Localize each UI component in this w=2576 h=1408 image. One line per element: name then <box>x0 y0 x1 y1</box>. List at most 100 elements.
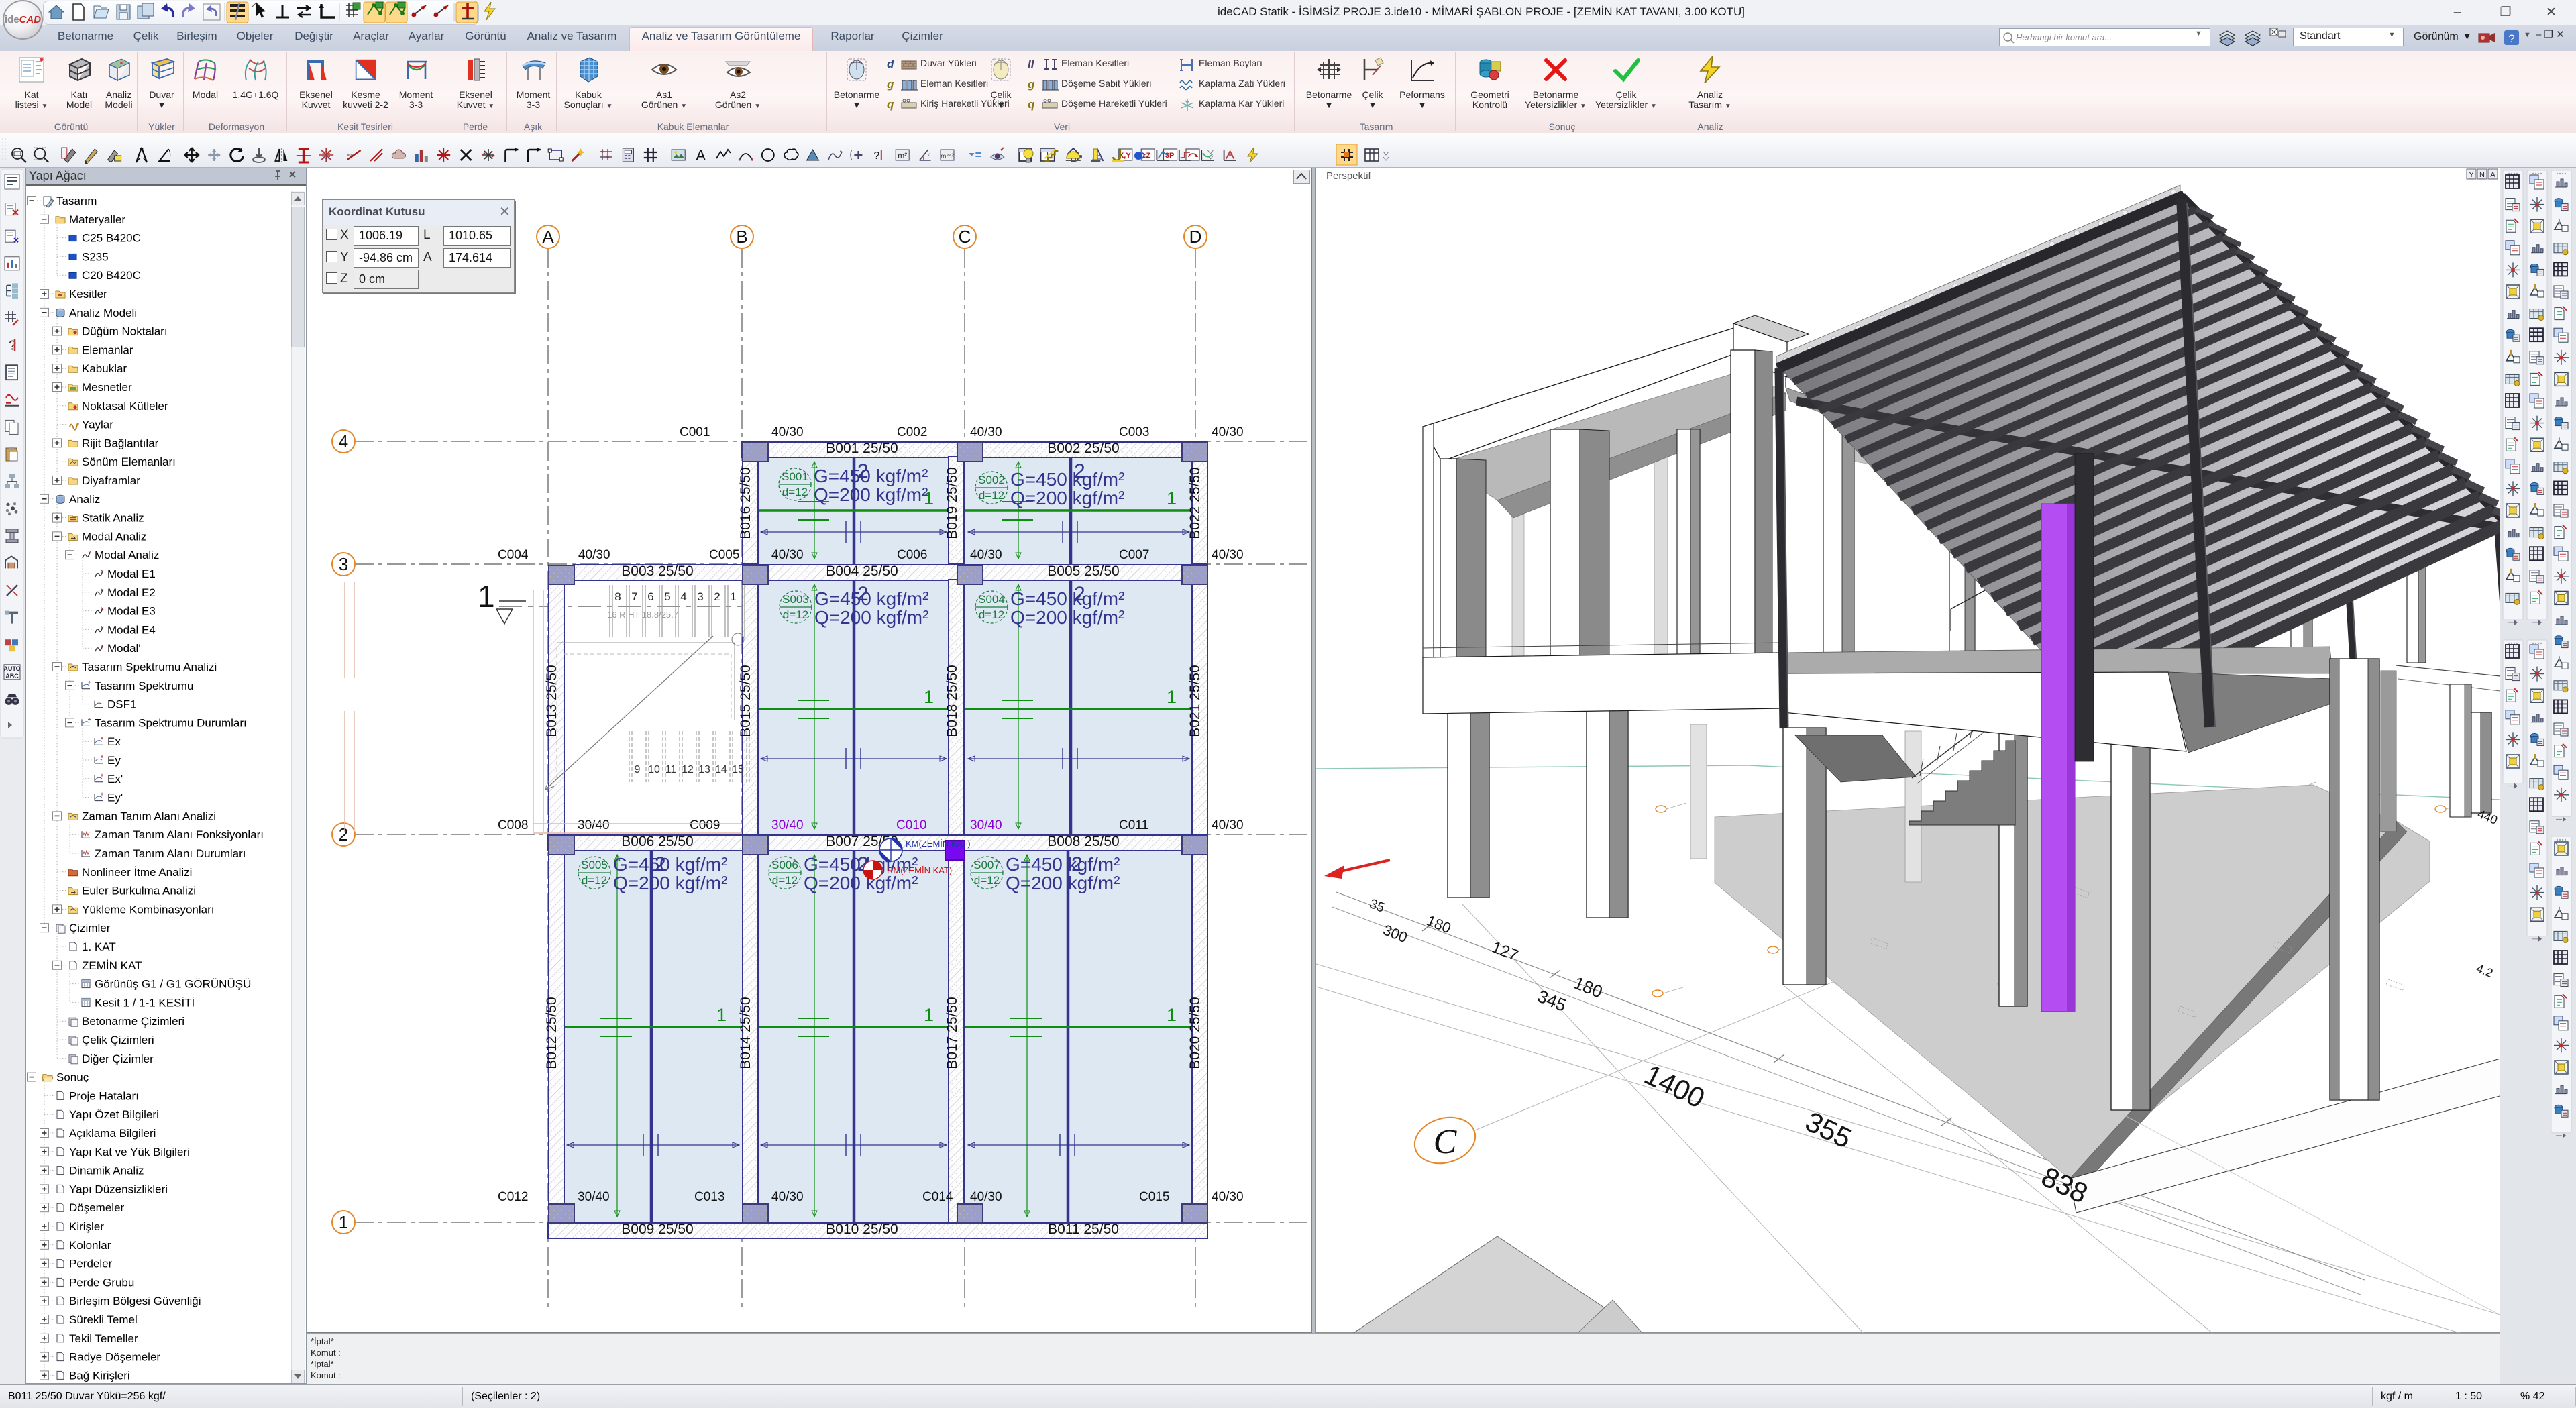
svg-text:14: 14 <box>715 764 727 775</box>
svg-text:13: 13 <box>698 764 710 775</box>
svg-text:Modal Analiz: Modal Analiz <box>95 549 159 561</box>
svg-text:40/30: 40/30 <box>1212 818 1244 832</box>
svg-text:Birleşim Bölgesi Güvenliği: Birleşim Bölgesi Güvenliği <box>69 1295 201 1307</box>
svg-text:Q=200 kgf/m²: Q=200 kgf/m² <box>613 873 727 893</box>
svg-text:1: 1 <box>339 1212 348 1232</box>
svg-text:Sonuç: Sonuç <box>56 1071 89 1084</box>
svg-text:40/30: 40/30 <box>1212 548 1244 562</box>
svg-text:B003 25/50: B003 25/50 <box>621 563 693 579</box>
svg-text:KM(ZEMİN KAT): KM(ZEMİN KAT) <box>906 838 971 849</box>
svg-text:16 RIHT 18.8/25.7: 16 RIHT 18.8/25.7 <box>607 610 678 620</box>
svg-text:RM(ZEMİN KAT): RM(ZEMİN KAT) <box>887 865 952 875</box>
svg-text:B012 25/50: B012 25/50 <box>544 997 559 1069</box>
svg-text:Q=200 kgf/m²: Q=200 kgf/m² <box>814 607 928 628</box>
svg-text:d=12: d=12 <box>782 486 808 498</box>
svg-text:B019 25/50: B019 25/50 <box>945 467 960 539</box>
svg-text:5: 5 <box>664 590 670 603</box>
svg-text:S003: S003 <box>782 593 809 606</box>
svg-text:40/30: 40/30 <box>970 1190 1002 1204</box>
svg-text:40/30: 40/30 <box>1212 425 1244 439</box>
svg-text:Kirişler: Kirişler <box>69 1220 104 1233</box>
svg-text:AUTO: AUTO <box>3 665 20 672</box>
svg-text:Yükleme Kombinasyonları: Yükleme Kombinasyonları <box>82 903 214 916</box>
svg-text:7: 7 <box>631 590 637 603</box>
svg-text:30/40: 30/40 <box>578 1190 610 1204</box>
svg-text:B016 25/50: B016 25/50 <box>738 467 753 539</box>
svg-text:Tasarım Spektrumu: Tasarım Spektrumu <box>95 680 193 692</box>
svg-text:A: A <box>2490 171 2496 179</box>
svg-text:S002: S002 <box>978 474 1005 486</box>
svg-text:N: N <box>2479 171 2485 179</box>
svg-text:A: A <box>696 147 706 164</box>
svg-text:DSF1: DSF1 <box>107 698 136 711</box>
svg-text:B022 25/50: B022 25/50 <box>1187 467 1203 539</box>
svg-text:Yaylar: Yaylar <box>82 419 113 431</box>
svg-text:mm²: mm² <box>941 153 955 160</box>
svg-text:Q=200 kgf/m²: Q=200 kgf/m² <box>1006 873 1120 893</box>
svg-text:10: 10 <box>648 764 660 775</box>
svg-text:C007: C007 <box>1119 548 1149 562</box>
svg-text:15: 15 <box>732 764 744 775</box>
svg-text:1: 1 <box>924 687 934 707</box>
svg-text:9: 9 <box>635 764 641 775</box>
svg-text:Noktasal Kütleler: Noktasal Kütleler <box>82 400 168 413</box>
svg-text:Ex': Ex' <box>107 773 123 786</box>
svg-text:Modal Analiz: Modal Analiz <box>82 530 146 543</box>
svg-text:Betonarme Çizimleri: Betonarme Çizimleri <box>82 1015 184 1028</box>
svg-text:Modal E3: Modal E3 <box>107 605 156 618</box>
svg-text:3: 3 <box>339 554 348 574</box>
svg-text:Nonlineer İtme Analizi: Nonlineer İtme Analizi <box>82 866 192 879</box>
svg-text:30/40: 30/40 <box>578 818 610 832</box>
svg-text:Q=200 kgf/m²: Q=200 kgf/m² <box>1010 488 1124 508</box>
svg-text:D: D <box>1189 227 1202 247</box>
svg-text:C25 B420C: C25 B420C <box>82 232 141 245</box>
svg-text:B004 25/50: B004 25/50 <box>826 563 898 579</box>
svg-text:Elemanlar: Elemanlar <box>82 343 133 356</box>
svg-text:G=450 kgf/m²: G=450 kgf/m² <box>1006 854 1120 875</box>
svg-text:1: 1 <box>730 590 736 603</box>
svg-text:d=12: d=12 <box>974 874 1000 887</box>
svg-text:B020 25/50: B020 25/50 <box>1187 997 1203 1069</box>
svg-text:300: 300 <box>1381 921 1409 946</box>
svg-text:Kesit 1 / 1-1 KESİTİ: Kesit 1 / 1-1 KESİTİ <box>95 996 195 1009</box>
svg-text:3: 3 <box>697 590 703 603</box>
svg-text:B006 25/50: B006 25/50 <box>621 834 693 849</box>
svg-text:B015 25/50: B015 25/50 <box>738 665 753 737</box>
svg-text:Ey': Ey' <box>107 792 123 804</box>
svg-text:?: ? <box>928 151 931 157</box>
svg-text:C004: C004 <box>498 548 529 562</box>
svg-text:Kabuklar: Kabuklar <box>82 362 127 375</box>
svg-text:Tasarım Spektrumu Analizi: Tasarım Spektrumu Analizi <box>82 661 217 673</box>
svg-text:Yapı Düzensizlikleri: Yapı Düzensizlikleri <box>69 1183 168 1195</box>
svg-text:Döşemeler: Döşemeler <box>69 1201 125 1214</box>
svg-text:C009: C009 <box>690 818 720 832</box>
svg-text:d=12: d=12 <box>582 874 607 887</box>
svg-text:Zaman Tanım Alanı Analizi: Zaman Tanım Alanı Analizi <box>82 810 216 822</box>
svg-text:Radye Döşemeler: Radye Döşemeler <box>69 1351 160 1364</box>
svg-text:1400: 1400 <box>1640 1059 1710 1114</box>
svg-text:B018 25/50: B018 25/50 <box>945 665 960 737</box>
svg-text:S007: S007 <box>973 859 1000 871</box>
svg-text:180: 180 <box>1424 912 1453 936</box>
svg-text:12: 12 <box>682 764 694 775</box>
svg-text:Y: Y <box>2469 171 2474 179</box>
svg-text:Sönüm Elemanları: Sönüm Elemanları <box>82 455 176 468</box>
svg-text:B017 25/50: B017 25/50 <box>945 997 960 1069</box>
svg-text:Materyaller: Materyaller <box>69 213 125 226</box>
svg-text:2: 2 <box>339 824 348 845</box>
svg-text:Analiz Modeli: Analiz Modeli <box>69 307 137 319</box>
svg-text:35: 35 <box>1367 896 1387 916</box>
svg-text:Modal E2: Modal E2 <box>107 586 156 599</box>
svg-text:B008 25/50: B008 25/50 <box>1047 834 1119 849</box>
svg-text:C: C <box>959 227 971 247</box>
svg-text:ZEMİN KAT: ZEMİN KAT <box>82 959 142 972</box>
svg-text:B005 25/50: B005 25/50 <box>1047 563 1119 579</box>
svg-text:4: 4 <box>680 590 686 603</box>
svg-text:B011 25/50: B011 25/50 <box>1048 1222 1119 1237</box>
svg-text:8: 8 <box>614 590 621 603</box>
svg-text:B002 25/50: B002 25/50 <box>1047 441 1119 456</box>
svg-text:B014 25/50: B014 25/50 <box>738 997 753 1069</box>
svg-text:40/30: 40/30 <box>771 548 804 562</box>
svg-text:Euler Burkulma Analizi: Euler Burkulma Analizi <box>82 885 196 898</box>
svg-text:1: 1 <box>478 579 495 614</box>
